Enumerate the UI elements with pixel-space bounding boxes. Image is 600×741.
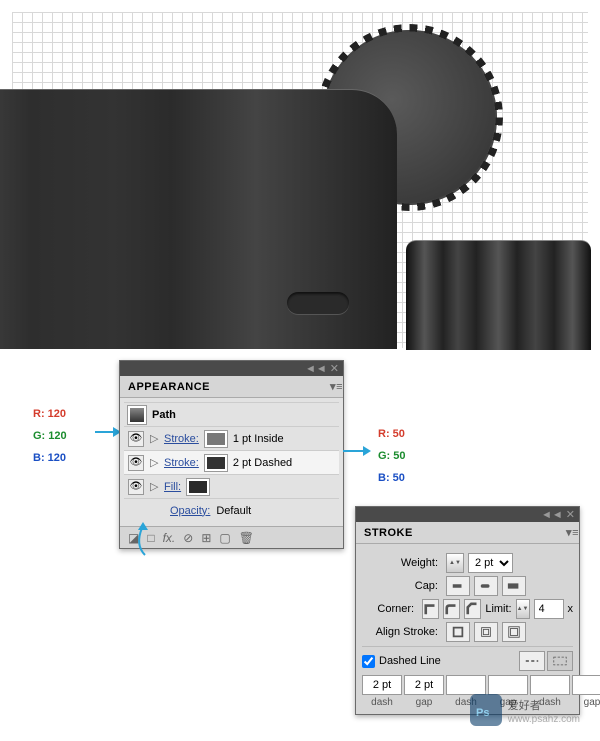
panel-title: APPEARANCE [128,381,210,393]
limit-input[interactable] [534,599,564,619]
stroke-panel[interactable]: ◄◄ ✕ STROKE ▾≡ Weight: ▲▼ 2 pt Cap: Corn… [355,506,580,715]
dashed-line-checkbox[interactable]: Dashed Line [362,655,441,668]
arrow-new-stroke [130,520,160,560]
duplicate-icon[interactable]: ⊞ [201,531,211,545]
dash-input-2[interactable] [446,675,486,695]
dash-input-3[interactable] [530,675,570,695]
dash-preserve-button[interactable] [519,651,545,671]
corner-label: Corner: [362,603,418,615]
gap-input-1[interactable] [404,675,444,695]
visibility-icon[interactable]: 👁 [128,455,144,471]
collapse-icon[interactable]: ◄◄ [541,509,563,521]
camera-button-slot [287,292,349,314]
cap-projecting-button[interactable] [502,576,526,596]
watermark: Ps 爱好者 www.psahz.com [470,694,580,726]
dashed-label: Dashed Line [379,655,441,667]
cap-label: Cap: [362,580,442,592]
weight-select[interactable]: 2 pt [468,553,513,573]
stroke-row-2-selected[interactable]: 👁 ▷ Stroke: 2 pt Dashed [124,450,339,474]
expand-icon[interactable]: ▷ [150,480,158,493]
fill-row[interactable]: 👁 ▷ Fill: [124,474,339,498]
fill-link[interactable]: Fill: [164,481,181,493]
opacity-link[interactable]: Opacity: [170,505,210,517]
visibility-icon[interactable]: 👁 [128,431,144,447]
ps-logo-icon: Ps [470,694,502,726]
cap-round-button[interactable] [474,576,498,596]
panel-title-row[interactable]: APPEARANCE ▾≡ [120,376,343,398]
expand-icon[interactable]: ▷ [150,432,158,445]
panel-tabbar[interactable]: ◄◄ ✕ [120,361,343,376]
fill-swatch[interactable] [187,479,209,495]
align-outside-button[interactable] [502,622,526,642]
opacity-value: Default [216,505,251,517]
path-swatch [128,406,146,424]
expand-icon[interactable]: ▷ [150,456,158,469]
gap-input-3[interactable] [572,675,600,695]
path-label: Path [152,409,176,421]
clear-icon[interactable]: ⊘ [183,531,193,545]
camera-lens [406,240,591,350]
corner-miter-button[interactable] [422,599,439,619]
stroke-swatch[interactable] [205,455,227,471]
rgb-callout-1: R: 120 G: 120 B: 120 [33,403,67,469]
limit-suffix: x [568,603,574,615]
align-label: Align Stroke: [362,626,442,638]
panel-menu-icon[interactable]: ▾≡ [330,380,343,393]
cap-butt-button[interactable] [446,576,470,596]
stroke-swatch[interactable] [205,431,227,447]
arrow-stroke2 [343,450,363,452]
align-center-button[interactable] [446,622,470,642]
stroke-link[interactable]: Stroke: [164,433,199,445]
collapse-icon[interactable]: ◄◄ [305,363,327,375]
weight-stepper[interactable]: ▲▼ [446,553,464,573]
limit-stepper[interactable]: ▲▼ [516,599,530,619]
trash-icon[interactable]: 🗑 [239,531,254,545]
artboard-canvas[interactable] [12,12,588,348]
path-row[interactable]: Path [124,402,339,426]
dash-align-button[interactable] [547,651,573,671]
svg-text:Ps: Ps [476,707,489,719]
gap-input-2[interactable] [488,675,528,695]
panel-title-row[interactable]: STROKE ▾≡ [356,522,579,544]
stroke-value: 2 pt Dashed [233,457,292,469]
panel-title: STROKE [364,527,413,539]
dashed-checkbox[interactable] [362,655,375,668]
corner-bevel-button[interactable] [464,599,481,619]
visibility-icon[interactable]: 👁 [128,479,144,495]
align-inside-button[interactable] [474,622,498,642]
limit-label: Limit: [485,603,511,615]
stroke-value: 1 pt Inside [233,433,284,445]
stroke-link[interactable]: Stroke: [164,457,199,469]
dash-input-1[interactable] [362,675,402,695]
arrow-stroke1 [95,431,113,433]
close-icon[interactable]: ✕ [566,508,575,521]
weight-label: Weight: [362,557,442,569]
panel-menu-icon[interactable]: ▾≡ [566,526,579,539]
rgb-callout-2: R: 50 G: 50 B: 50 [378,423,406,489]
opacity-row[interactable]: Opacity: Default [124,498,339,522]
fx-button[interactable]: fx. [163,531,176,545]
stroke-row-1[interactable]: 👁 ▷ Stroke: 1 pt Inside [124,426,339,450]
panel-tabbar[interactable]: ◄◄ ✕ [356,507,579,522]
new-icon[interactable]: ▢ [219,531,230,545]
arrowhead-icon [363,446,371,456]
close-icon[interactable]: ✕ [330,362,339,375]
corner-round-button[interactable] [443,599,460,619]
